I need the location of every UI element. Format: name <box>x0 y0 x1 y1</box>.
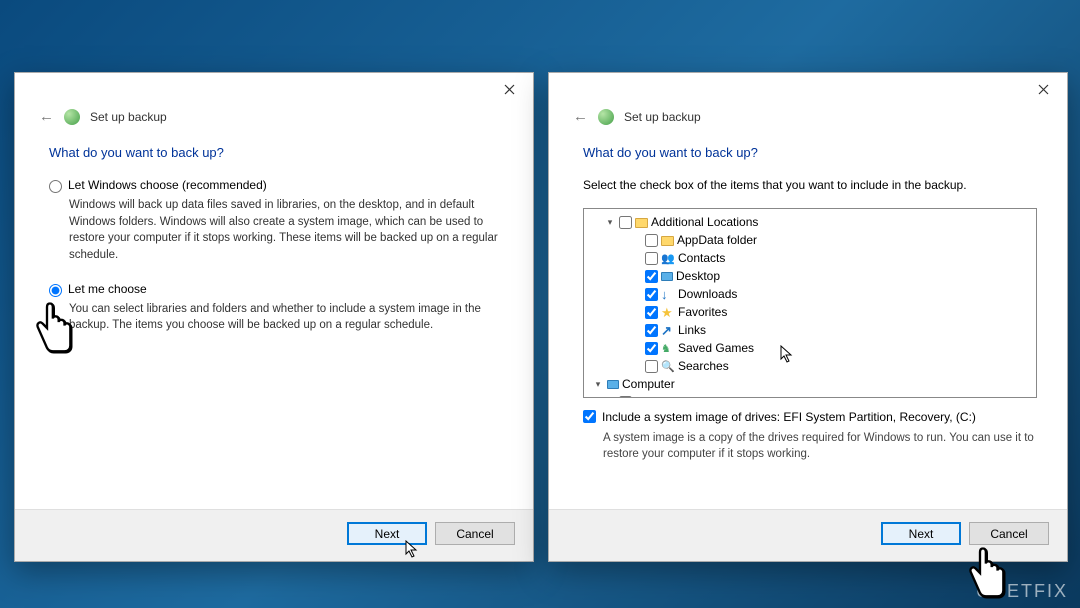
wizard-title: Set up backup <box>90 110 167 124</box>
radio-letmechoose-desc: You can select libraries and folders and… <box>69 301 499 334</box>
checkbox-searches[interactable] <box>645 360 658 373</box>
tree-label: Favorites <box>678 305 727 319</box>
radio-letmechoose-row[interactable]: Let me choose <box>49 282 503 297</box>
arrow-cursor-icon <box>780 345 794 366</box>
hand-cursor-icon <box>30 300 78 356</box>
system-image-row[interactable]: Include a system image of drives: EFI Sy… <box>583 410 1037 424</box>
desktop-icon <box>661 272 673 281</box>
close-button[interactable] <box>489 75 529 103</box>
tree-node-additional[interactable]: ▾ Additional Locations <box>586 213 1034 231</box>
system-image-desc: A system image is a copy of the drives r… <box>603 430 1037 462</box>
radio-recommended-row[interactable]: Let Windows choose (recommended) <box>49 178 503 193</box>
checkbox-downloads[interactable] <box>645 288 658 301</box>
backup-wizard-step1: ← Set up backup What do you want to back… <box>14 72 534 562</box>
tree-label: Links <box>678 323 706 337</box>
folder-icon <box>661 236 674 246</box>
checkbox-desktop[interactable] <box>645 270 658 283</box>
titlebar <box>549 73 1067 105</box>
checkbox-system-image[interactable] <box>583 410 596 423</box>
favorites-icon: ★ <box>661 306 675 319</box>
contacts-icon: 👥 <box>661 252 675 265</box>
tree-label: Searches <box>678 359 729 373</box>
tree-node-favorites[interactable]: ★ Favorites <box>586 303 1034 321</box>
links-icon: ↗ <box>661 324 675 337</box>
close-button[interactable] <box>1023 75 1063 103</box>
tree-node-localdisk[interactable]: ▸ Local Disk (C:) <box>586 393 1034 398</box>
backup-wizard-step2: ← Set up backup What do you want to back… <box>548 72 1068 562</box>
downloads-icon: ↓ <box>661 288 675 301</box>
chevron-down-icon[interactable]: ▾ <box>592 379 604 390</box>
wizard-content: What do you want to back up? Select the … <box>549 135 1067 509</box>
option-recommended: Let Windows choose (recommended) Windows… <box>49 178 503 264</box>
tree-node-appdata[interactable]: AppData folder <box>586 231 1034 249</box>
checkbox-savedgames[interactable] <box>645 342 658 355</box>
radio-recommended-desc: Windows will back up data files saved in… <box>69 197 499 264</box>
system-image-label: Include a system image of drives: EFI Sy… <box>602 410 976 424</box>
button-row: Next Cancel <box>15 509 533 561</box>
folder-icon <box>635 218 648 228</box>
computer-icon <box>607 380 619 389</box>
tree-node-downloads[interactable]: ↓ Downloads <box>586 285 1034 303</box>
wizard-header: ← Set up backup <box>549 105 1067 135</box>
checkbox-localdisk[interactable] <box>619 396 632 399</box>
arrow-cursor-icon <box>405 540 419 561</box>
tree-label: Desktop <box>676 269 720 283</box>
chevron-down-icon[interactable]: ▾ <box>604 217 616 228</box>
cancel-button[interactable]: Cancel <box>969 522 1049 545</box>
tree-label: Saved Games <box>678 341 754 355</box>
backup-globe-icon <box>64 109 80 125</box>
tree-label: Local Disk (C:) <box>650 395 729 398</box>
cancel-button-label: Cancel <box>456 527 493 541</box>
next-button[interactable]: Next <box>881 522 961 545</box>
tree-node-contacts[interactable]: 👥 Contacts <box>586 249 1034 267</box>
page-heading: What do you want to back up? <box>49 145 503 160</box>
tree-node-searches[interactable]: 🔍 Searches <box>586 357 1034 375</box>
tree-node-links[interactable]: ↗ Links <box>586 321 1034 339</box>
instruction-text: Select the check box of the items that y… <box>583 178 1037 192</box>
wizard-header: ← Set up backup <box>15 105 533 135</box>
wizard-title: Set up backup <box>624 110 701 124</box>
checkbox-favorites[interactable] <box>645 306 658 319</box>
tree-label: AppData folder <box>677 233 757 247</box>
checkbox-contacts[interactable] <box>645 252 658 265</box>
tree-label: Downloads <box>678 287 737 301</box>
option-letmechoose: Let me choose You can select libraries a… <box>49 282 503 334</box>
hand-cursor-icon <box>963 545 1011 601</box>
searches-icon: 🔍 <box>661 360 675 373</box>
checkbox-additional[interactable] <box>619 216 632 229</box>
cancel-button-label: Cancel <box>990 527 1027 541</box>
radio-recommended[interactable] <box>49 180 62 193</box>
cancel-button[interactable]: Cancel <box>435 522 515 545</box>
back-arrow-icon[interactable]: ← <box>573 108 588 125</box>
chevron-right-icon[interactable]: ▸ <box>604 397 616 399</box>
tree-node-desktop[interactable]: Desktop <box>586 267 1034 285</box>
checkbox-links[interactable] <box>645 324 658 337</box>
checkbox-appdata[interactable] <box>645 234 658 247</box>
next-button-label: Next <box>909 527 934 541</box>
savedgames-icon: ♞ <box>661 342 675 355</box>
radio-letmechoose-label: Let me choose <box>68 282 147 296</box>
radio-recommended-label: Let Windows choose (recommended) <box>68 178 267 192</box>
wizard-content: What do you want to back up? Let Windows… <box>15 135 533 509</box>
backup-items-tree[interactable]: ▾ Additional Locations AppData folder 👥 … <box>583 208 1037 398</box>
back-arrow-icon[interactable]: ← <box>39 108 54 125</box>
tree-label: Computer <box>622 377 675 391</box>
backup-globe-icon <box>598 109 614 125</box>
tree-label: Additional Locations <box>651 215 758 229</box>
radio-letmechoose[interactable] <box>49 284 62 297</box>
tree-node-savedgames[interactable]: ♞ Saved Games <box>586 339 1034 357</box>
disk-icon <box>635 397 647 398</box>
tree-node-computer[interactable]: ▾ Computer <box>586 375 1034 393</box>
tree-label: Contacts <box>678 251 725 265</box>
next-button-label: Next <box>375 527 400 541</box>
titlebar <box>15 73 533 105</box>
page-heading: What do you want to back up? <box>583 145 1037 160</box>
